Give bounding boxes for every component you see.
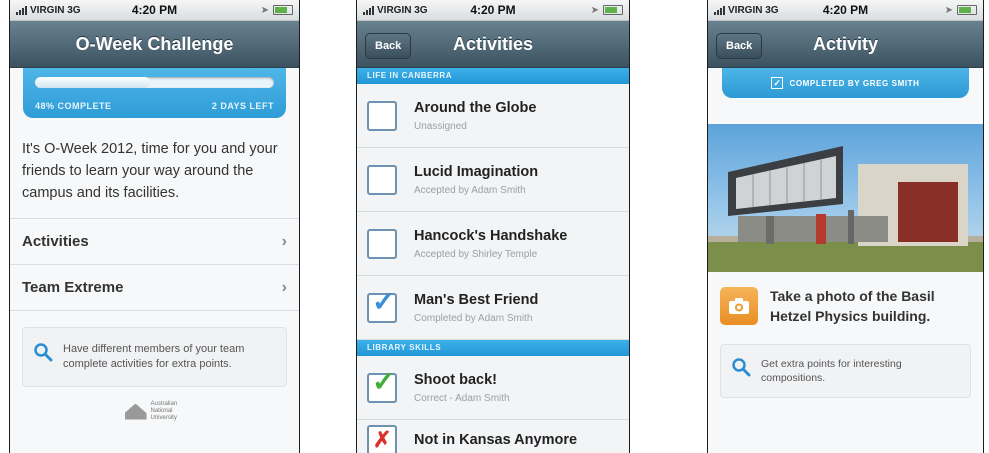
magnifier-icon <box>731 357 751 385</box>
activity-title: Around the Globe <box>414 99 537 116</box>
chevron-right-icon: › <box>281 232 287 250</box>
checkbox-icon[interactable]: ✓ <box>367 286 397 323</box>
checkbox-icon[interactable]: ✓ <box>367 366 397 403</box>
university-logo: Australian National University <box>10 401 299 422</box>
completed-label: COMPLETED BY GREG SMITH <box>789 78 920 88</box>
progress-bar <box>35 77 274 88</box>
intro-text: It's O-Week 2012, time for you and your … <box>22 141 278 201</box>
progress-fill <box>35 77 150 88</box>
checkbox-icon[interactable] <box>367 228 397 259</box>
signal-bars-icon <box>714 5 725 15</box>
camera-icon[interactable] <box>720 287 758 325</box>
checkbox-icon[interactable] <box>367 100 397 131</box>
menu-item-team[interactable]: Team Extreme › <box>10 265 299 311</box>
menu-item-activities[interactable]: Activities › <box>10 219 299 265</box>
activity-text: Shoot back! Correct - Adam Smith <box>414 372 510 404</box>
checkbox-icon[interactable]: ✗ <box>367 425 397 453</box>
tip-text: Get extra points for interesting composi… <box>761 358 902 384</box>
location-icon: ➤ <box>590 4 599 16</box>
phone-screen-challenge: VIRGIN 3G 4:20 PM ➤ O-Week Challenge 48%… <box>9 0 300 453</box>
days-left-label: 2 DAYS LEFT <box>211 101 274 111</box>
section-header: LIFE IN CANBERRA <box>357 68 629 84</box>
section-header: LIBRARY SKILLS <box>357 340 629 356</box>
carrier: VIRGIN 3G <box>714 5 779 16</box>
location-icon: ➤ <box>260 4 269 16</box>
activity-row[interactable]: Hancock's Handshake Accepted by Shirley T… <box>357 212 629 276</box>
activity-row[interactable]: ✓ Shoot back! Correct - Adam Smith <box>357 356 629 420</box>
status-icons: ➤ <box>261 5 293 16</box>
page-title: Activity <box>812 33 879 54</box>
nav-bar: Back Activities <box>357 21 629 68</box>
activity-subtitle: Accepted by Shirley Temple <box>414 248 538 260</box>
carrier: VIRGIN 3G <box>363 5 428 16</box>
progress-complete-label: 48% COMPLETE <box>35 101 112 111</box>
nav-bar: Back Activity <box>708 21 983 68</box>
carrier-label: VIRGIN 3G <box>377 4 428 16</box>
activity-row[interactable]: Lucid Imagination Accepted by Adam Smith <box>357 148 629 212</box>
activity-subtitle: Correct - Adam Smith <box>414 392 510 404</box>
task-text: Take a photo of the Basil Hetzel Physics… <box>770 288 935 324</box>
activity-text: Man's Best Friend Completed by Adam Smith <box>414 292 538 324</box>
magnifier-icon <box>33 342 53 372</box>
activity-row[interactable]: ✓ Man's Best Friend Completed by Adam Smit… <box>357 276 629 340</box>
menu-item-label: Activities <box>22 233 89 250</box>
status-icons: ➤ <box>945 5 977 16</box>
activity-title: Shoot back! <box>414 371 497 388</box>
cross-icon: ✗ <box>373 427 392 452</box>
page-title: Activities <box>452 33 534 54</box>
activity-subtitle: Completed by Adam Smith <box>414 312 533 324</box>
check-icon: ✓ <box>372 285 396 317</box>
activity-text: Lucid Imagination Accepted by Adam Smith <box>414 164 538 196</box>
status-bar: VIRGIN 3G 4:20 PM ➤ <box>357 0 629 21</box>
activity-subtitle: Unassigned <box>414 120 467 132</box>
menu-item-label: Team Extreme <box>22 279 124 296</box>
status-bar: VIRGIN 3G 4:20 PM ➤ <box>10 0 299 21</box>
activity-text: Around the Globe Unassigned <box>414 100 536 132</box>
nav-bar: O-Week Challenge <box>10 21 299 68</box>
activity-title: Not in Kansas Anymore <box>414 432 578 448</box>
activity-title: Lucid Imagination <box>414 163 539 180</box>
activity-text: Not in Kansas Anymore <box>414 432 577 448</box>
logo-text: Australian National University <box>150 401 178 421</box>
building-photo <box>708 124 983 272</box>
activity-row[interactable]: ✗ Not in Kansas Anymore <box>357 420 629 453</box>
menu-list: Activities › Team Extreme › <box>10 218 299 311</box>
completed-banner: ✓ COMPLETED BY GREG SMITH <box>722 68 969 98</box>
status-icons: ➤ <box>591 5 623 16</box>
signal-bars-icon <box>16 5 27 15</box>
activity-row[interactable]: Around the Globe Unassigned <box>357 84 629 148</box>
progress-card: 48% COMPLETE 2 DAYS LEFT <box>23 68 286 118</box>
activity-title: Man's Best Friend <box>414 291 539 308</box>
back-button[interactable]: Back <box>365 33 412 59</box>
check-icon: ✓ <box>372 365 396 397</box>
battery-icon <box>273 5 293 15</box>
task-row: Take a photo of the Basil Hetzel Physics… <box>708 272 983 326</box>
progress-labels: 48% COMPLETE 2 DAYS LEFT <box>35 101 274 111</box>
building-photo-image <box>708 146 983 272</box>
tip-box: Get extra points for interesting composi… <box>720 344 971 398</box>
back-button[interactable]: Back <box>716 33 763 59</box>
location-icon: ➤ <box>944 4 953 16</box>
activity-subtitle: Accepted by Adam Smith <box>414 184 526 196</box>
battery-icon <box>957 5 977 15</box>
activity-list: LIFE IN CANBERRA Around the Globe Unassign… <box>357 68 629 453</box>
tip-text: Have different members of your team comp… <box>63 343 245 370</box>
carrier-label: VIRGIN 3G <box>30 4 81 16</box>
battery-icon <box>603 5 623 15</box>
activity-text: Hancock's Handshake Accepted by Shirley T… <box>414 228 567 260</box>
checkbox-icon: ✓ <box>771 77 784 89</box>
checkbox-icon[interactable] <box>367 164 397 195</box>
activity-title: Hancock's Handshake <box>414 227 568 244</box>
chevron-right-icon: › <box>281 278 287 296</box>
signal-bars-icon <box>363 5 374 15</box>
university-crest-icon <box>124 403 147 420</box>
tip-box: Have different members of your team comp… <box>22 327 287 387</box>
carrier-label: VIRGIN 3G <box>728 4 779 16</box>
status-bar: VIRGIN 3G 4:20 PM ➤ <box>708 0 983 21</box>
phone-screen-activities: VIRGIN 3G 4:20 PM ➤ Back Activities LIFE… <box>356 0 630 453</box>
carrier: VIRGIN 3G <box>16 5 81 16</box>
page-title: O-Week Challenge <box>75 33 234 54</box>
phone-screen-activity: VIRGIN 3G 4:20 PM ➤ Back Activity ✓ COMP… <box>707 0 984 453</box>
